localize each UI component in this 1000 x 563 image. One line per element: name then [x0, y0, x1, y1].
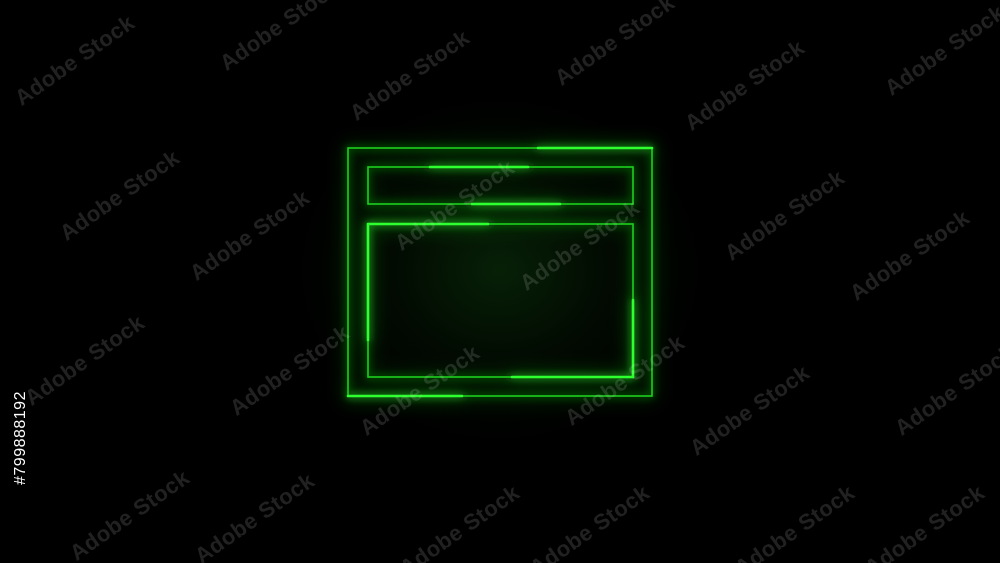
- stock-id-label: #799888192: [12, 391, 29, 485]
- content-pane-frame: [367, 223, 634, 378]
- browser-window-icon: [346, 146, 654, 398]
- outer-frame: [347, 147, 653, 397]
- title-bar-frame: [367, 166, 634, 205]
- stage: Adobe Stock Adobe Stock Adobe Stock Adob…: [0, 0, 1000, 563]
